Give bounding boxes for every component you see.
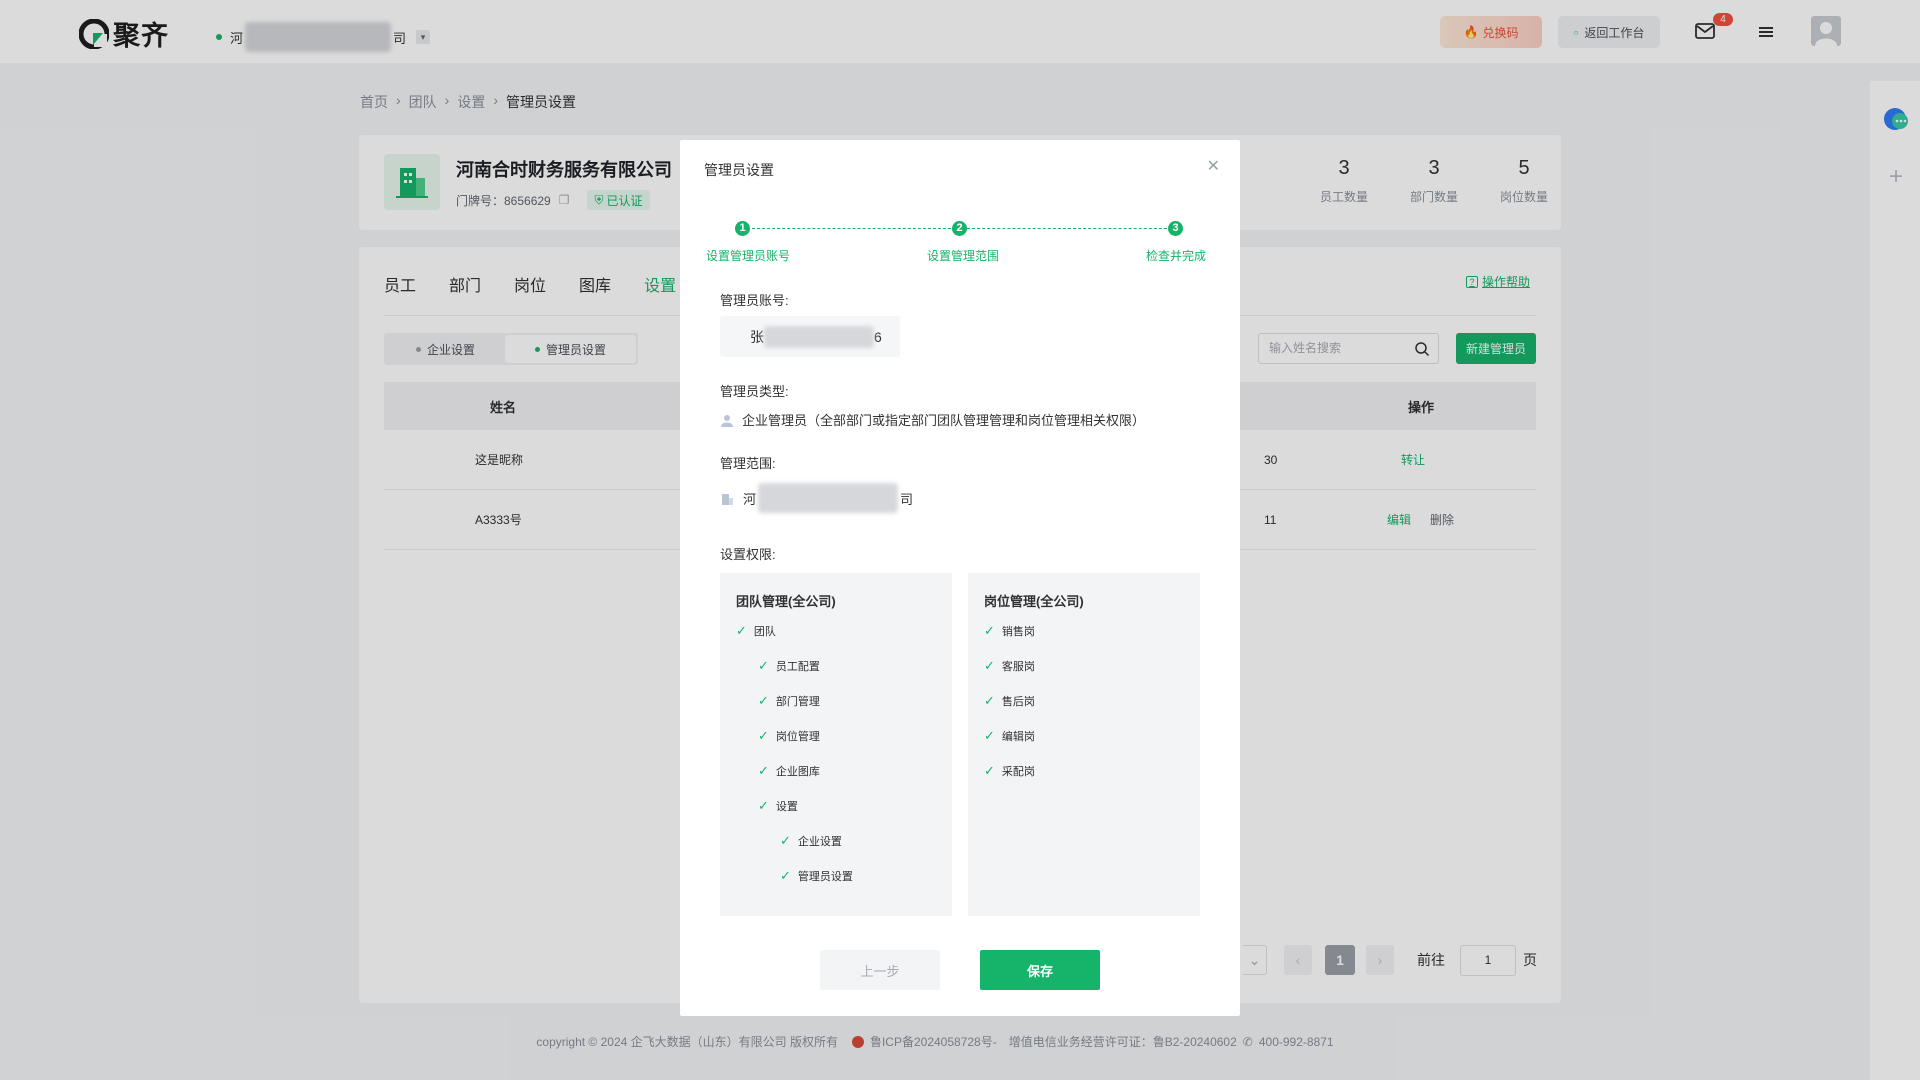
check-icon: ✓: [758, 798, 769, 813]
perm-item-label: 设置: [775, 801, 798, 813]
check-icon: ✓: [780, 868, 791, 883]
account-value: 张 6: [720, 316, 900, 357]
step-2-label: 设置管理范围: [927, 249, 1000, 263]
perm-item: ✓ 售后岗: [984, 693, 1035, 709]
account-label: 管理员账号:: [720, 293, 789, 308]
check-icon: ✓: [758, 728, 769, 743]
perm-item-label: 岗位管理: [775, 731, 820, 743]
account-suffix: 6: [874, 328, 882, 345]
perm-item-label: 企业图库: [775, 766, 820, 778]
perm-item-label: 客服岗: [1001, 661, 1035, 673]
prev-step-button[interactable]: 上一步: [820, 950, 940, 990]
scope-label: 管理范围:: [720, 456, 776, 471]
check-icon: ✓: [984, 623, 995, 638]
perm-item: ✓ 客服岗: [984, 658, 1035, 674]
step-1-indicator: 1: [735, 221, 750, 236]
scope-suffix: 司: [900, 491, 914, 507]
post-panel-title: 岗位管理(全公司): [984, 594, 1084, 609]
perm-item: ✓ 团队: [736, 623, 776, 639]
step-2-indicator: 2: [952, 221, 967, 236]
scope-prefix: 河: [743, 491, 757, 507]
perm-item-label: 管理员设置: [797, 871, 853, 883]
scope-value: 河 司: [720, 483, 913, 513]
account-prefix: 张: [750, 328, 764, 345]
perm-item-label: 销售岗: [1001, 626, 1035, 638]
redacted-scope: [758, 483, 899, 513]
perm-item: ✓ 设置: [758, 798, 798, 814]
perm-item-label: 企业设置: [797, 836, 842, 848]
check-icon: ✓: [984, 728, 995, 743]
step-1-label: 设置管理员账号: [706, 249, 791, 263]
check-icon: ✓: [758, 763, 769, 778]
post-permission-panel: 岗位管理(全公司) ✓ 销售岗 ✓ 客服岗 ✓ 售后岗 ✓ 编辑岗 ✓ 采配岗: [968, 573, 1200, 916]
perm-item-label: 员工配置: [775, 661, 820, 673]
redacted-account: [764, 325, 874, 348]
check-icon: ✓: [736, 623, 747, 638]
step-connector: [967, 228, 1172, 229]
building-icon: [722, 493, 733, 505]
step-3-label: 检查并完成: [1146, 249, 1207, 263]
perm-item: ✓ 销售岗: [984, 623, 1035, 639]
perm-item: ✓ 编辑岗: [984, 728, 1035, 744]
save-button[interactable]: 保存: [980, 950, 1100, 990]
check-icon: ✓: [780, 833, 791, 848]
admin-type: 企业管理员（全部部门或指定部门团队管理管理和岗位管理相关权限）: [720, 410, 1145, 429]
perm-item: ✓ 管理员设置: [780, 868, 853, 884]
step-3-indicator: 3: [1168, 221, 1183, 236]
check-icon: ✓: [984, 763, 995, 778]
perm-item: ✓ 员工配置: [758, 658, 820, 674]
close-icon[interactable]: ✕: [1207, 156, 1220, 176]
perm-item-label: 部门管理: [775, 696, 820, 708]
team-panel-title: 团队管理(全公司): [736, 594, 836, 609]
perm-item-label: 售后岗: [1001, 696, 1035, 708]
check-icon: ✓: [758, 693, 769, 708]
perm-item: ✓ 采配岗: [984, 763, 1035, 779]
check-icon: ✓: [758, 658, 769, 673]
admin-settings-modal: 管理员设置 ✕ 1 2 3 设置管理员账号 设置管理范围 检查并完成 管理员账号…: [680, 140, 1240, 1016]
modal-title: 管理员设置: [704, 162, 774, 178]
step-connector: [742, 228, 951, 229]
team-permission-panel: 团队管理(全公司) ✓ 团队 ✓ 员工配置 ✓ 部门管理 ✓ 岗位管理 ✓ 企业图库 ✓ 设…: [720, 573, 952, 916]
perm-item: ✓ 企业图库: [758, 763, 820, 779]
perm-item-label: 团队: [753, 626, 776, 638]
permission-label: 设置权限:: [720, 547, 776, 562]
user-icon: [721, 414, 733, 427]
perm-item: ✓ 岗位管理: [758, 728, 820, 744]
perm-item-label: 采配岗: [1001, 766, 1035, 778]
perm-item: ✓ 部门管理: [758, 693, 820, 709]
check-icon: ✓: [984, 693, 995, 708]
check-icon: ✓: [984, 658, 995, 673]
perm-item: ✓ 企业设置: [780, 833, 842, 849]
admin-type-value: 企业管理员（全部部门或指定部门团队管理管理和岗位管理相关权限）: [742, 413, 1146, 428]
perm-item-label: 编辑岗: [1001, 731, 1035, 743]
type-label: 管理员类型:: [720, 384, 789, 399]
